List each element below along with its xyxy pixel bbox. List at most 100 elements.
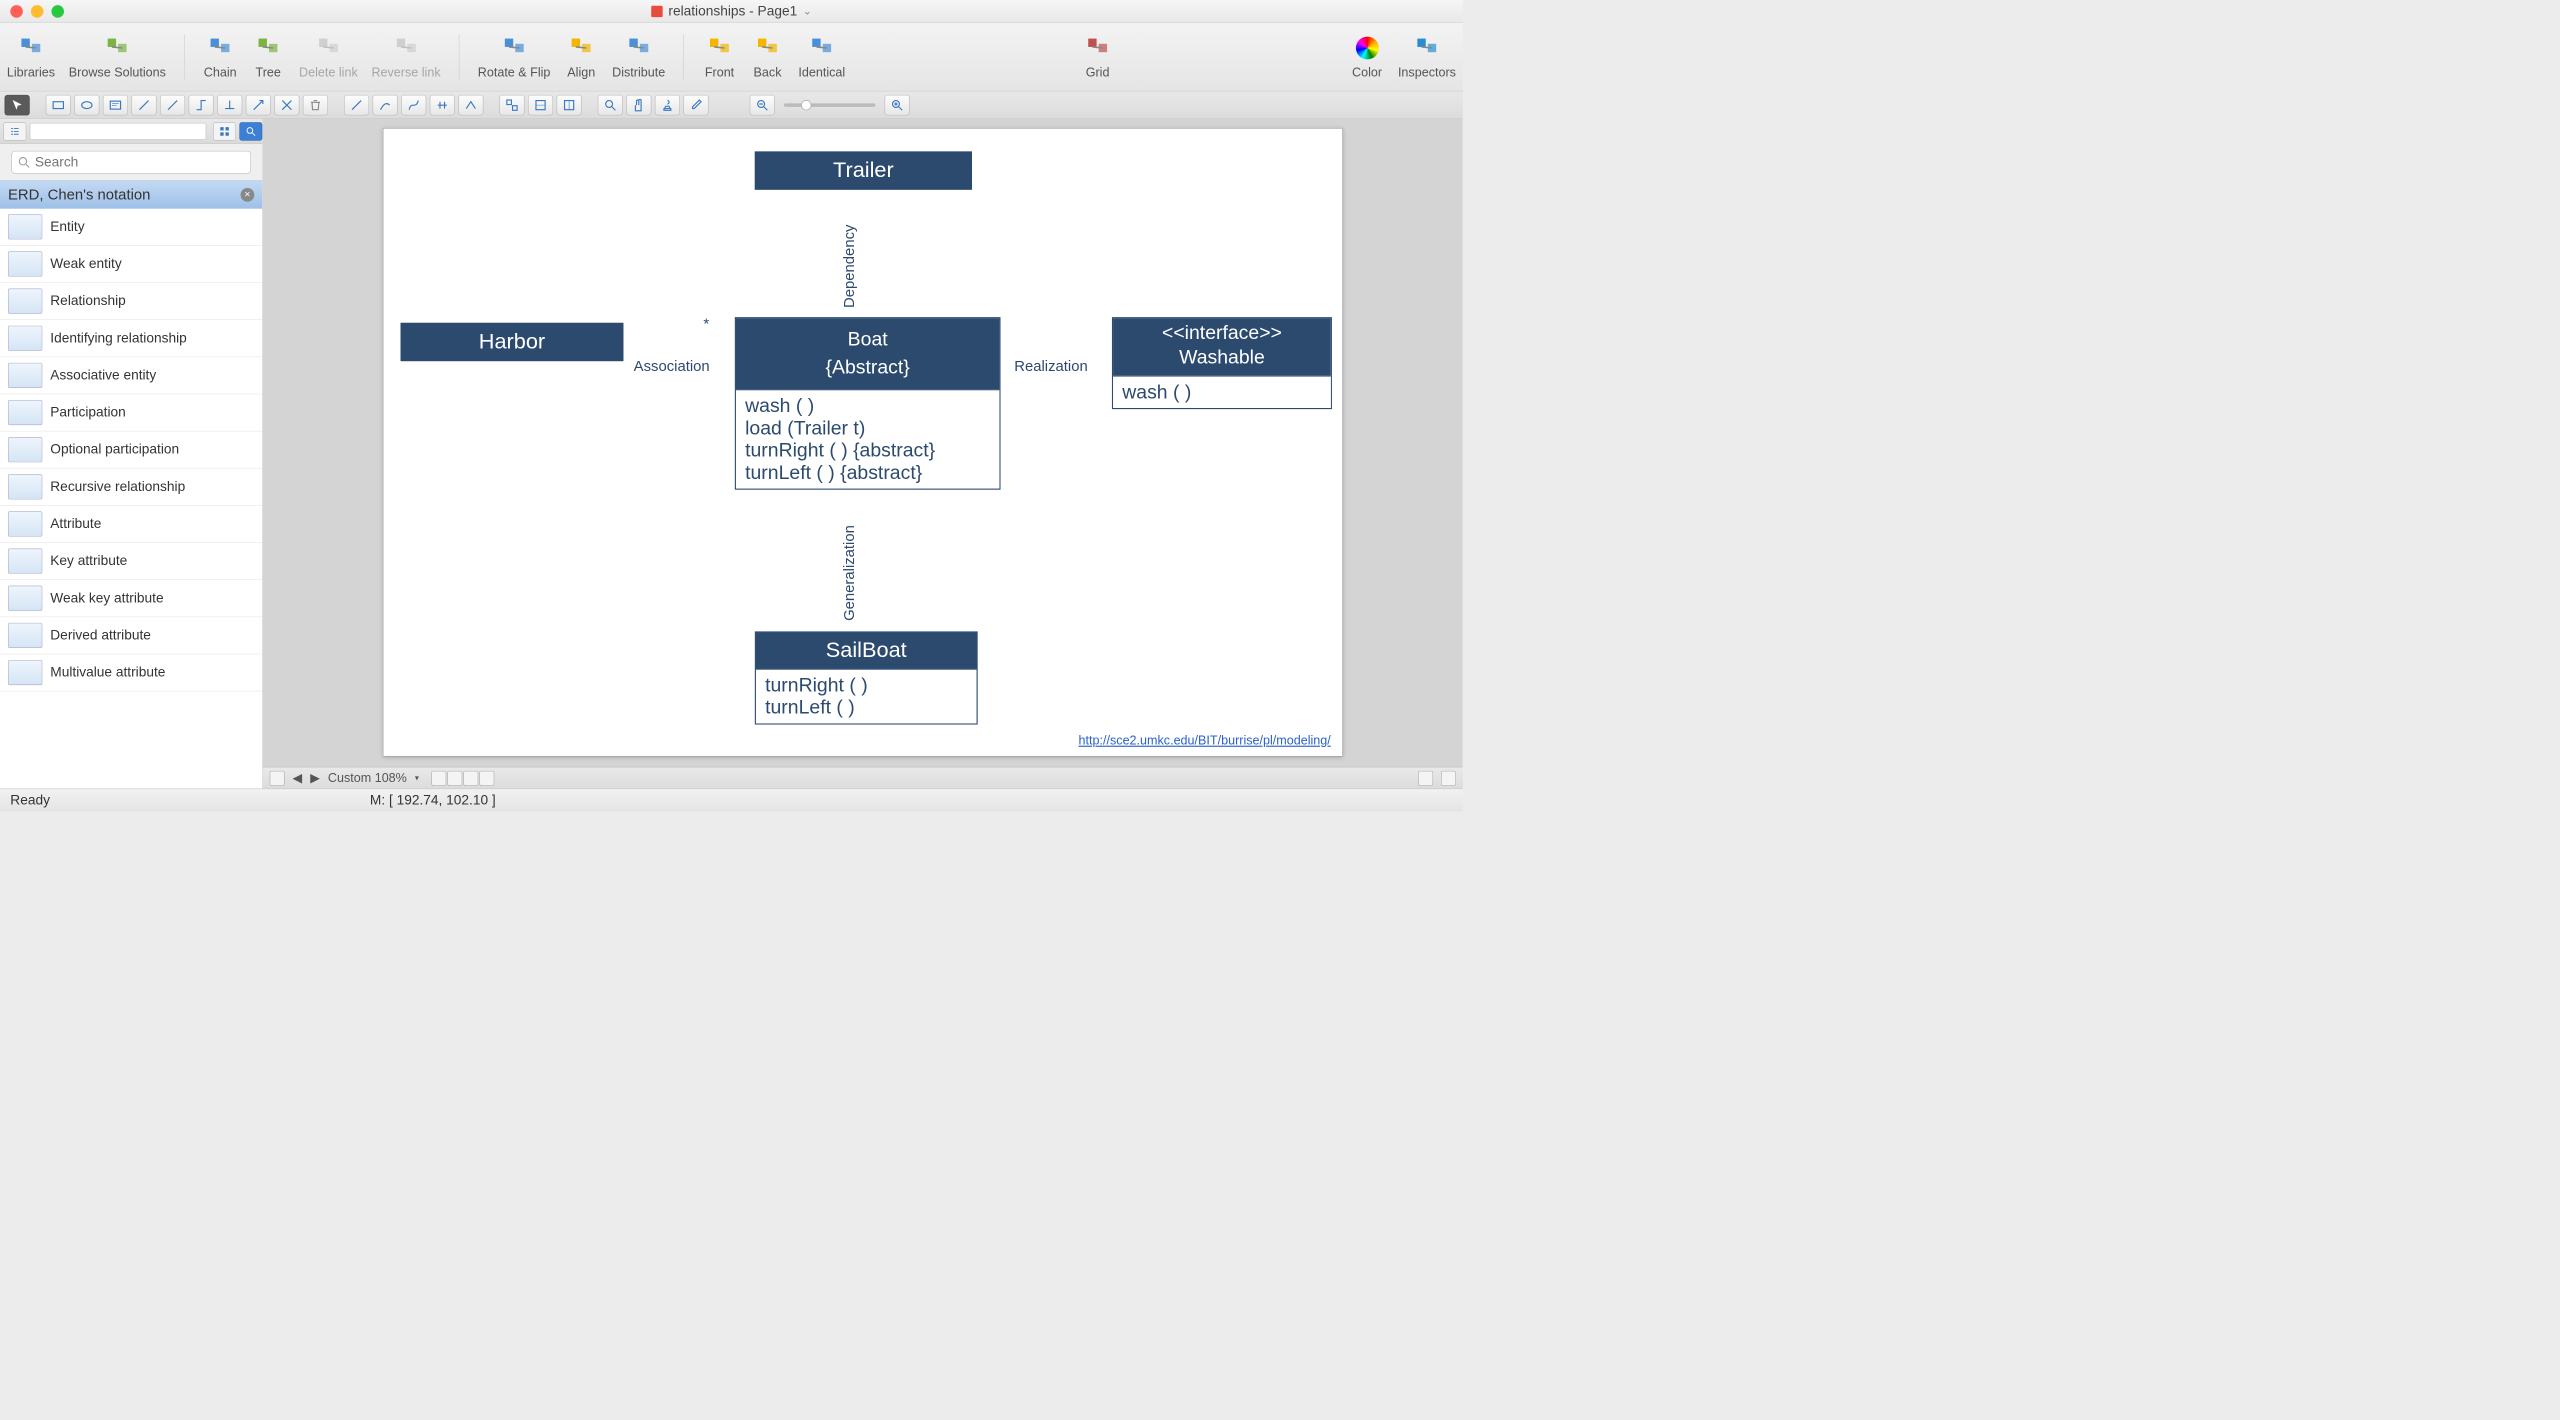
group-3-tool[interactable] xyxy=(557,95,582,116)
line-4-tool[interactable] xyxy=(430,95,455,116)
rect-tool[interactable] xyxy=(46,95,71,116)
stamp-tool[interactable] xyxy=(655,95,680,116)
connector-6-tool[interactable] xyxy=(274,95,299,116)
shape-item[interactable]: Entity xyxy=(0,209,262,246)
toolbar-rotate-button[interactable]: Rotate & Flip xyxy=(478,34,551,80)
node-harbor[interactable]: Harbor xyxy=(401,323,624,361)
shape-item[interactable]: Relationship xyxy=(0,283,262,320)
prev-page-button[interactable]: ◀ xyxy=(293,771,303,786)
line-1-tool[interactable] xyxy=(344,95,369,116)
shape-item[interactable]: Attribute xyxy=(0,506,262,543)
canvas-page[interactable]: Trailer Harbor Boat {Abstract} wash ( )l… xyxy=(383,128,1343,757)
toolbar-libraries-button[interactable]: Libraries xyxy=(7,34,55,80)
view-mode-2[interactable] xyxy=(447,771,462,786)
category-header[interactable]: ERD, Chen's notation × xyxy=(0,181,262,209)
canvas-scroll[interactable]: Trailer Harbor Boat {Abstract} wash ( )l… xyxy=(263,119,1463,767)
shape-item[interactable]: Associative entity xyxy=(0,357,262,394)
corner-control-1[interactable] xyxy=(1418,771,1433,786)
shape-item[interactable]: Optional participation xyxy=(0,431,262,468)
connector-5-tool[interactable] xyxy=(246,95,271,116)
text-tool[interactable] xyxy=(103,95,128,116)
document-icon xyxy=(651,5,662,16)
toolbar-color-label: Color xyxy=(1352,65,1382,80)
line-2-tool[interactable] xyxy=(373,95,398,116)
pointer-tool[interactable] xyxy=(5,95,30,116)
grid-view-button[interactable] xyxy=(213,122,236,140)
shape-item[interactable]: Multivalue attribute xyxy=(0,654,262,691)
toolbar-tree-label: Tree xyxy=(255,65,280,80)
pause-button[interactable] xyxy=(270,771,285,786)
shape-thumb-icon xyxy=(8,474,42,499)
zoom-window-button[interactable] xyxy=(51,5,64,18)
view-mode-4[interactable] xyxy=(479,771,494,786)
zoom-level-dropdown[interactable]: Custom 108% xyxy=(328,771,407,786)
category-close-icon[interactable]: × xyxy=(241,188,255,202)
node-boat[interactable]: Boat {Abstract} wash ( )load (Trailer t)… xyxy=(735,317,1001,490)
ellipse-tool[interactable] xyxy=(74,95,99,116)
shape-item[interactable]: Participation xyxy=(0,394,262,431)
edges-svg xyxy=(383,129,554,215)
line-3-tool[interactable] xyxy=(401,95,426,116)
eyedropper-tool[interactable] xyxy=(683,95,708,116)
corner-control-2[interactable] xyxy=(1441,771,1456,786)
category-title: ERD, Chen's notation xyxy=(8,186,150,204)
close-window-button[interactable] xyxy=(10,5,23,18)
toolbar-front-button[interactable]: Front xyxy=(702,34,736,80)
outline-view-button[interactable] xyxy=(3,122,26,140)
search-view-button[interactable] xyxy=(239,122,262,140)
browse-icon xyxy=(104,34,131,61)
node-trailer[interactable]: Trailer xyxy=(755,151,972,189)
zoom-slider[interactable] xyxy=(784,103,875,106)
shape-item[interactable]: Identifying relationship xyxy=(0,320,262,357)
view-mode-1[interactable] xyxy=(431,771,446,786)
zoom-tool[interactable] xyxy=(598,95,623,116)
node-washable[interactable]: <<interface>> Washable wash ( ) xyxy=(1112,317,1332,409)
toolbar-tree-button[interactable]: Tree xyxy=(251,34,285,80)
shape-item[interactable]: Key attribute xyxy=(0,543,262,580)
view-mode-3[interactable] xyxy=(463,771,478,786)
shape-item[interactable]: Weak entity xyxy=(0,246,262,283)
connector-1-tool[interactable] xyxy=(131,95,156,116)
toolbar-reverse-button: Reverse link xyxy=(371,34,440,80)
toolbar-color-button[interactable]: Color xyxy=(1350,34,1384,80)
hand-tool[interactable] xyxy=(626,95,651,116)
source-url-link[interactable]: http://sce2.umkc.edu/BIT/burrise/pl/mode… xyxy=(1079,733,1331,748)
sidebar-filter-input[interactable] xyxy=(30,123,207,140)
toolbar-align-button[interactable]: Align xyxy=(564,34,598,80)
toolbar-back-button[interactable]: Back xyxy=(750,34,784,80)
toolbar-distribute-button[interactable]: Distribute xyxy=(612,34,665,80)
next-page-button[interactable]: ▶ xyxy=(310,771,320,786)
trash-tool[interactable] xyxy=(303,95,328,116)
line-5-tool[interactable] xyxy=(458,95,483,116)
shape-item[interactable]: Weak key attribute xyxy=(0,580,262,617)
reverse-icon xyxy=(392,34,419,61)
toolbar-chain-button[interactable]: Chain xyxy=(203,34,237,80)
toolbar-grid-button[interactable]: Grid xyxy=(1080,34,1114,80)
main-toolbar: LibrariesBrowse SolutionsChainTreeDelete… xyxy=(0,23,1463,92)
shape-item[interactable]: Recursive relationship xyxy=(0,469,262,506)
toolbar-inspectors-button[interactable]: Inspectors xyxy=(1398,34,1456,80)
zoom-in-button[interactable] xyxy=(885,95,910,116)
shape-thumb-icon xyxy=(8,400,42,425)
search-icon xyxy=(18,156,31,169)
toolbar-browse-button[interactable]: Browse Solutions xyxy=(69,34,166,80)
connector-3-tool[interactable] xyxy=(189,95,214,116)
zoom-out-button[interactable] xyxy=(750,95,775,116)
toolbar-chain-label: Chain xyxy=(204,65,237,80)
group-1-tool[interactable] xyxy=(499,95,524,116)
group-2-tool[interactable] xyxy=(528,95,553,116)
connector-2-tool[interactable] xyxy=(160,95,185,116)
shape-item[interactable]: Derived attribute xyxy=(0,617,262,654)
minimize-window-button[interactable] xyxy=(31,5,44,18)
toolbar-identical-button[interactable]: Identical xyxy=(798,34,845,80)
node-sailboat-title: SailBoat xyxy=(756,633,977,669)
align-icon xyxy=(568,34,595,61)
back-icon xyxy=(754,34,781,61)
shape-thumb-icon xyxy=(8,214,42,239)
shapes-search-input[interactable] xyxy=(35,154,245,170)
node-sailboat[interactable]: SailBoat turnRight ( )turnLeft ( ) xyxy=(755,631,978,724)
toolbar-grid-label: Grid xyxy=(1086,65,1110,80)
connector-4-tool[interactable] xyxy=(217,95,242,116)
shapes-search[interactable] xyxy=(11,151,250,174)
document-title[interactable]: relationships - Page1 ⌄ xyxy=(651,3,811,19)
